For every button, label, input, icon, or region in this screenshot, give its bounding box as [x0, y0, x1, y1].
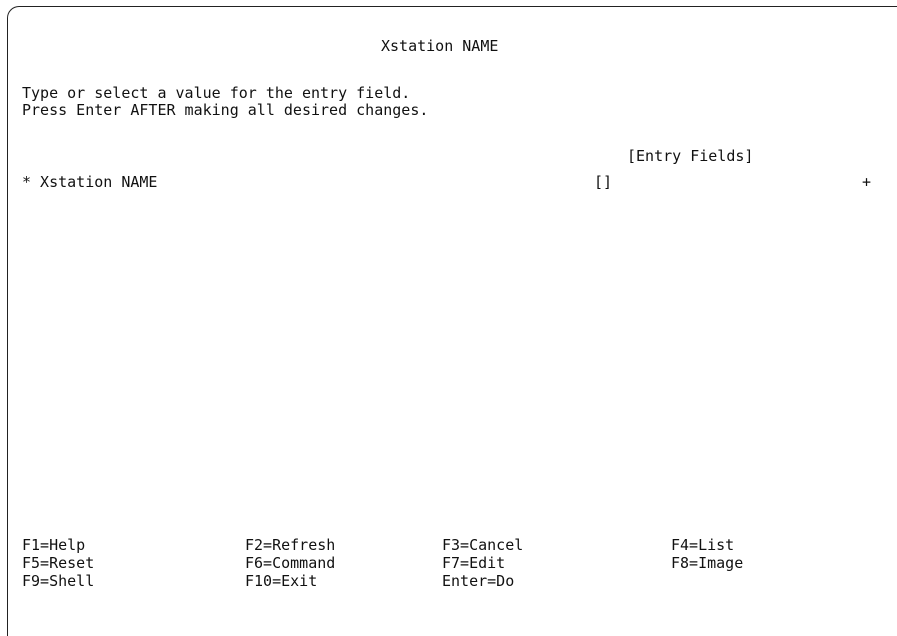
f8-image-key[interactable]: F8=Image [671, 554, 743, 572]
f10-exit-key[interactable]: F10=Exit [245, 572, 317, 590]
instruction-line-2: Press Enter AFTER making all desired cha… [22, 101, 429, 119]
enter-do-key[interactable]: Enter=Do [442, 572, 514, 590]
xstation-name-field[interactable]: [] [594, 173, 612, 191]
f4-list-key[interactable]: F4=List [671, 536, 734, 554]
f9-shell-key[interactable]: F9=Shell [22, 572, 94, 590]
f3-cancel-key[interactable]: F3=Cancel [442, 536, 523, 554]
xstation-name-label: * Xstation NAME [22, 173, 158, 191]
entry-fields-header: [Entry Fields] [627, 147, 754, 165]
instruction-line-1: Type or select a value for the entry fie… [22, 84, 411, 102]
f6-command-key[interactable]: F6=Command [245, 554, 335, 572]
f7-edit-key[interactable]: F7=Edit [442, 554, 505, 572]
f2-refresh-key[interactable]: F2=Refresh [245, 536, 335, 554]
f1-help-key[interactable]: F1=Help [22, 536, 85, 554]
list-indicator-icon[interactable]: + [862, 173, 871, 191]
page-title: Xstation NAME [381, 37, 499, 55]
f5-reset-key[interactable]: F5=Reset [22, 554, 94, 572]
